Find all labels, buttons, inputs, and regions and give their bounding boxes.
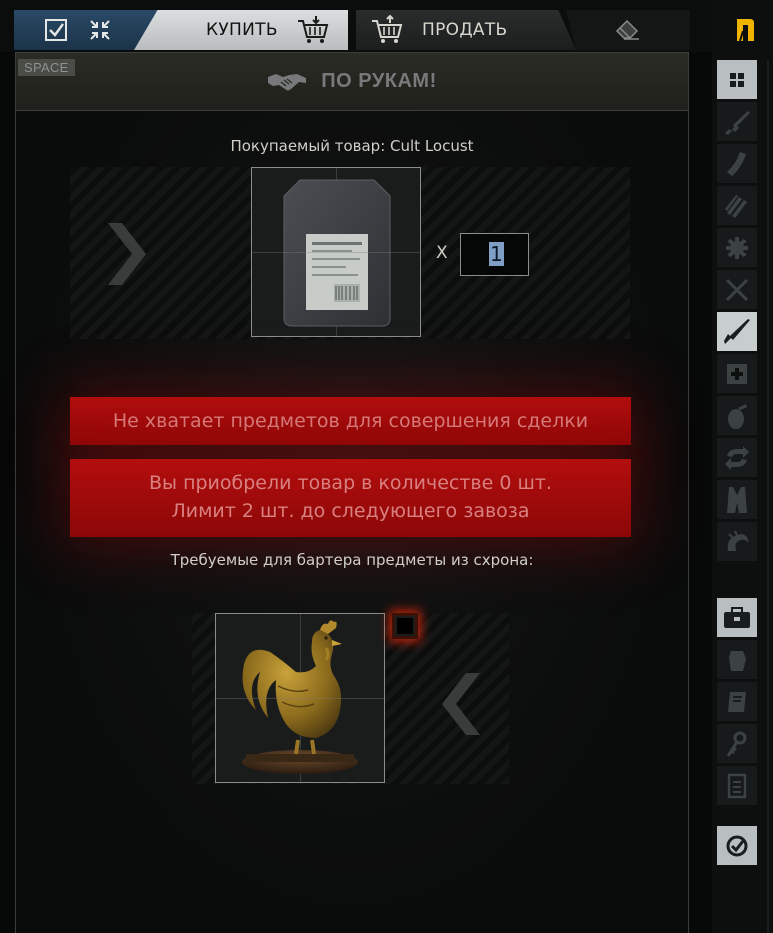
purchase-title: Покупаемый товар: Cult Locust (230, 137, 474, 155)
vest-icon (727, 486, 747, 513)
armor-plate-icon (283, 179, 391, 327)
trade-panel: SPACE ПО РУКАМ! Покупаемый товар: Cult L… (15, 52, 689, 933)
grenade-icon (728, 403, 747, 429)
category-grenades[interactable] (717, 396, 757, 435)
category-sidebar (712, 0, 773, 933)
medkit-icon (727, 363, 747, 384)
swap-icon (725, 445, 749, 470)
category-keys[interactable] (717, 724, 757, 763)
book-icon (728, 691, 746, 712)
category-all[interactable] (717, 60, 757, 99)
quantity-input[interactable]: 1 (460, 233, 529, 276)
barter-title: Требуемые для бартера предметы из схрона… (170, 551, 534, 569)
quantity-prefix: X (436, 243, 448, 263)
category-special[interactable] (717, 522, 757, 561)
buy-tab-label: КУПИТЬ (206, 20, 278, 40)
rouble-icon (737, 19, 754, 42)
fast-travel-icon (727, 530, 749, 551)
category-documents[interactable] (717, 766, 757, 805)
sell-tab-label: ПРОДАТЬ (422, 20, 508, 40)
category-gloves[interactable] (717, 640, 757, 679)
category-gear[interactable] (717, 228, 757, 267)
eraser-icon (615, 19, 639, 40)
category-containers[interactable] (717, 598, 757, 637)
cart-sell-icon (372, 15, 403, 43)
category-melee[interactable] (717, 312, 757, 351)
category-favorites[interactable] (717, 826, 757, 865)
item-missing-indicator (392, 613, 418, 639)
buy-tab[interactable]: КУПИТЬ (134, 10, 348, 50)
briefcase-icon (724, 606, 750, 628)
knife-icon (724, 318, 750, 344)
glove-icon (729, 650, 746, 671)
collapse-icon[interactable] (88, 18, 112, 42)
ammo-icon (725, 194, 747, 218)
handshake-icon (268, 73, 307, 90)
category-rigs[interactable] (717, 480, 757, 519)
arrow-right-icon (108, 223, 146, 285)
trader-currency-button[interactable] (725, 12, 765, 48)
quantity-value: 1 (489, 242, 504, 266)
cart-buy-icon (297, 16, 329, 43)
purchase-limit-warning: Вы приобрели товар в количестве 0 шт. Ли… (70, 459, 631, 537)
category-magazines[interactable] (717, 144, 757, 183)
category-tools[interactable] (717, 270, 757, 309)
not-enough-items-warning: Не хватает предметов для совершения сдел… (70, 397, 631, 445)
document-icon (727, 773, 747, 798)
trade-tabbar: КУПИТЬ ПРОДАТЬ (0, 0, 712, 52)
deal-button-label: ПО РУКАМ! (321, 70, 437, 92)
category-info[interactable] (717, 682, 757, 721)
category-barter[interactable] (717, 438, 757, 477)
deal-button[interactable]: SPACE ПО РУКАМ! (16, 53, 688, 111)
checkmark-icon (726, 835, 748, 856)
sidebar-divider (767, 60, 769, 933)
arrow-left-icon (442, 673, 480, 735)
grid-icon (730, 72, 744, 87)
magazine-icon (727, 151, 746, 176)
category-weapons[interactable] (717, 102, 757, 141)
crossed-tools-icon (725, 278, 749, 301)
gear-cog-icon (726, 236, 748, 259)
keys-icon (726, 731, 747, 757)
checkbox-icon[interactable] (44, 18, 70, 42)
rifle-icon (725, 110, 750, 135)
category-ammo[interactable] (717, 186, 757, 225)
purchase-item-cell[interactable] (251, 167, 421, 337)
hotkey-hint: SPACE (18, 59, 75, 76)
category-medical[interactable] (717, 354, 757, 393)
sell-tab[interactable]: ПРОДАТЬ (356, 10, 576, 50)
golden-rooster-icon (242, 620, 358, 774)
clear-tab[interactable] (566, 10, 690, 50)
purchase-limit-line2: Лимит 2 шт. до следующего завоза (171, 500, 530, 522)
purchase-limit-line1: Вы приобрели товар в количестве 0 шт. (149, 472, 552, 494)
barter-item-cell[interactable] (215, 613, 385, 783)
